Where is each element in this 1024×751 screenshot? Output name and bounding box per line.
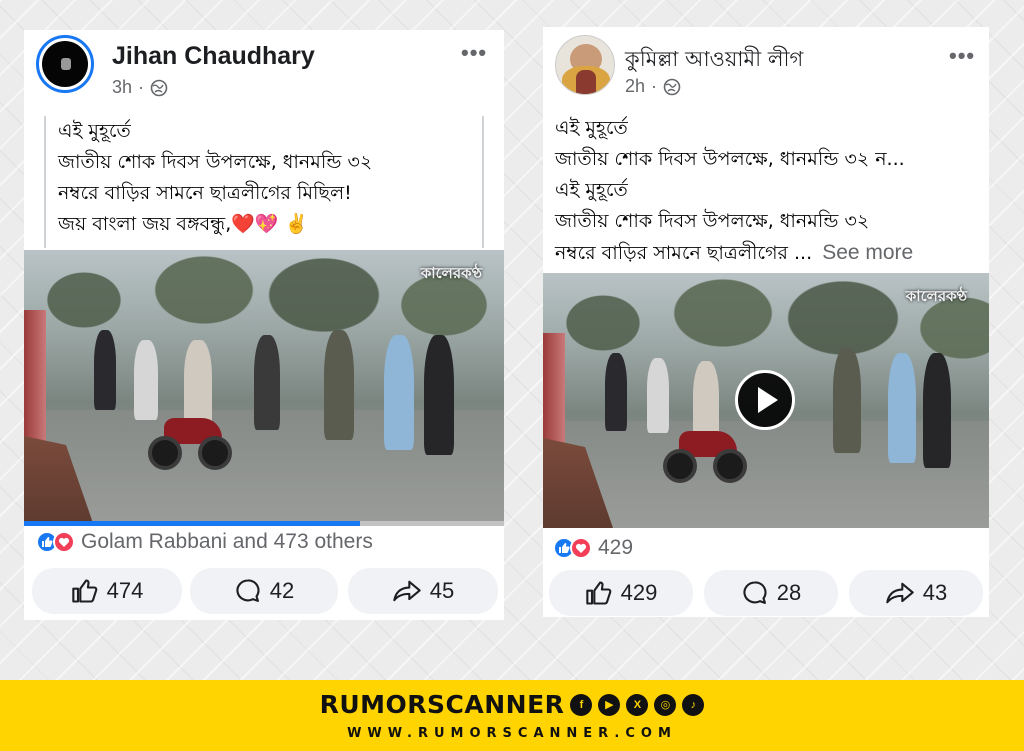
post-text-line: জাতীয় শোক দিবস উপলক্ষে, ধানমন্ডি ৩২ ন..… bbox=[555, 148, 905, 170]
post-text-line: এই মুহূর্তে bbox=[555, 179, 628, 201]
video-person bbox=[94, 330, 116, 410]
like-count: 474 bbox=[106, 578, 144, 603]
reaction-count: 429 bbox=[598, 536, 634, 559]
brand-url[interactable]: WWW.RUMORSCANNER.COM bbox=[0, 726, 1024, 741]
comment-button[interactable]: 28 bbox=[704, 570, 838, 616]
like-icon bbox=[585, 581, 612, 605]
post-text-line: নম্বরে বাড়ির সামনে ছাত্রলীগের মিছিল! bbox=[58, 182, 352, 204]
post-text-line: নম্বরে বাড়ির সামনে ছাত্রলীগের ... See m… bbox=[555, 237, 985, 269]
video-person bbox=[324, 330, 354, 440]
share-count: 45 bbox=[429, 578, 455, 603]
video-person bbox=[384, 335, 414, 450]
x-icon[interactable]: X bbox=[626, 693, 649, 716]
left-post-meta: 3h · bbox=[112, 77, 168, 98]
right-post-video[interactable]: কালেরকণ্ঠ bbox=[543, 273, 989, 528]
instagram-icon[interactable]: ◎ bbox=[654, 693, 677, 716]
share-icon bbox=[886, 582, 914, 604]
share-button[interactable]: 45 bbox=[348, 568, 498, 614]
reaction-summary-text: Golam Rabbani and 473 others bbox=[81, 530, 373, 553]
text-border-left bbox=[44, 116, 46, 248]
love-reaction-icon bbox=[53, 531, 75, 553]
meta-dot: · bbox=[651, 76, 658, 96]
brand-row: RUMORSCANNER f ▶ X ◎ ♪ bbox=[0, 690, 1024, 719]
see-more-link[interactable]: See more bbox=[822, 241, 913, 264]
left-author-name[interactable]: Jihan Chaudhary bbox=[112, 42, 315, 71]
video-person bbox=[833, 348, 861, 453]
video-motorbike bbox=[146, 400, 236, 470]
video-motorbike bbox=[661, 413, 751, 483]
right-reaction-summary[interactable]: 429 bbox=[553, 536, 633, 560]
text-border-right bbox=[482, 116, 484, 248]
comment-icon bbox=[743, 581, 767, 604]
post-text-line: এই মুহূর্তে bbox=[555, 117, 628, 139]
right-post-time[interactable]: 2h bbox=[625, 76, 645, 97]
video-watermark: কালেরকণ্ঠ bbox=[420, 264, 482, 282]
reaction-icons bbox=[36, 531, 75, 553]
video-person bbox=[254, 335, 280, 430]
video-person bbox=[605, 353, 627, 431]
comment-count: 28 bbox=[776, 580, 802, 605]
play-icon bbox=[758, 387, 778, 413]
share-count: 43 bbox=[922, 580, 948, 605]
left-reaction-summary[interactable]: Golam Rabbani and 473 others bbox=[36, 530, 373, 554]
like-button[interactable]: 429 bbox=[549, 570, 693, 616]
right-post-text: এই মুহূর্তে জাতীয় শোক দিবস উপলক্ষে, ধান… bbox=[555, 113, 985, 269]
left-author-avatar[interactable] bbox=[36, 35, 94, 93]
like-count: 429 bbox=[620, 580, 658, 605]
meta-dot: · bbox=[138, 77, 145, 97]
reaction-icons bbox=[553, 537, 592, 559]
more-options-icon[interactable]: ••• bbox=[949, 43, 975, 69]
share-button[interactable]: 43 bbox=[849, 570, 983, 616]
video-progress-fill bbox=[24, 521, 360, 526]
right-post-meta: 2h · bbox=[625, 76, 681, 97]
post-text-line: জাতীয় শোক দিবস উপলক্ষে, ধানমন্ডি ৩২ bbox=[555, 210, 870, 232]
tiktok-icon[interactable]: ♪ bbox=[682, 693, 705, 716]
globe-icon bbox=[150, 79, 168, 96]
post-text-line: জয় বাংলা জয় বঙ্গবন্ধু,❤️💖 ✌️ bbox=[58, 213, 309, 235]
share-icon bbox=[393, 580, 421, 602]
comment-icon bbox=[236, 579, 260, 602]
like-button[interactable]: 474 bbox=[32, 568, 182, 614]
facebook-icon[interactable]: f bbox=[570, 693, 593, 716]
post-text-line: এই মুহূর্তে bbox=[58, 120, 131, 142]
globe-icon bbox=[663, 78, 681, 95]
left-post-text: এই মুহূর্তে জাতীয় শোক দিবস উপলক্ষে, ধান… bbox=[58, 116, 478, 240]
left-post-card: Jihan Chaudhary 3h · ••• এই মুহূর্তে জাত… bbox=[24, 30, 504, 620]
right-post-card: কুমিল্লা আওয়ামী লীগ 2h · ••• এই মুহূর্ত… bbox=[543, 27, 989, 617]
like-icon bbox=[71, 579, 98, 603]
play-button[interactable] bbox=[735, 370, 795, 430]
comment-count: 42 bbox=[269, 578, 295, 603]
right-author-name[interactable]: কুমিল্লা আওয়ামী লীগ bbox=[625, 43, 803, 78]
truncated-text: নম্বরে বাড়ির সামনে ছাত্রলীগের ... bbox=[555, 242, 813, 264]
video-person bbox=[923, 353, 951, 468]
left-post-video[interactable]: কালেরকণ্ঠ bbox=[24, 250, 504, 526]
more-options-icon[interactable]: ••• bbox=[461, 40, 487, 66]
video-watermark: কালেরকণ্ঠ bbox=[905, 287, 967, 305]
love-reaction-icon bbox=[570, 537, 592, 559]
video-person bbox=[424, 335, 454, 455]
brand-name: RUMORSCANNER bbox=[319, 690, 565, 719]
post-text-line: জাতীয় শোক দিবস উপলক্ষে, ধানমন্ডি ৩২ bbox=[58, 151, 373, 173]
left-post-time[interactable]: 3h bbox=[112, 77, 132, 98]
youtube-icon[interactable]: ▶ bbox=[598, 693, 621, 716]
right-author-avatar[interactable] bbox=[555, 35, 615, 95]
video-progress-track[interactable] bbox=[24, 521, 504, 526]
comment-button[interactable]: 42 bbox=[190, 568, 338, 614]
video-person bbox=[888, 353, 916, 463]
brand-footer: RUMORSCANNER f ▶ X ◎ ♪ WWW.RUMORSCANNER.… bbox=[0, 680, 1024, 751]
